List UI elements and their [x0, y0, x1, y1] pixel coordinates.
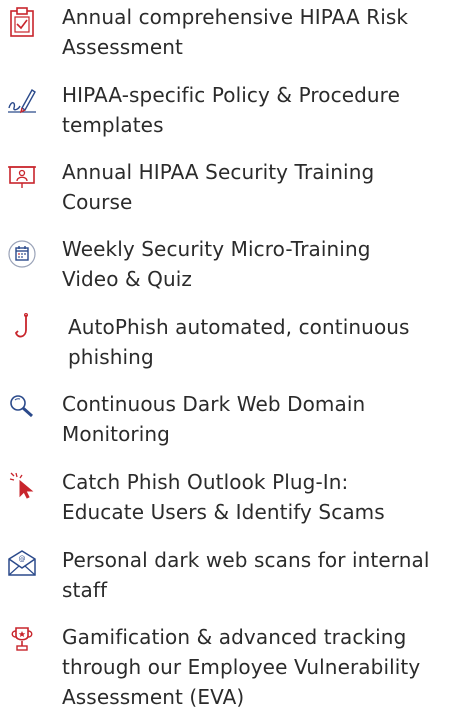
calendar-badge-icon [6, 238, 38, 270]
fishing-hook-icon [6, 312, 38, 344]
feature-text: Course [62, 190, 133, 214]
feature-text: Gamification & advanced tracking [62, 625, 407, 649]
feature-text: Weekly Security Micro-Training [62, 237, 371, 261]
feature-text: Monitoring [62, 422, 170, 446]
feature-text: Annual HIPAA Security Training [62, 160, 375, 184]
svg-text:@: @ [19, 555, 26, 563]
feature-text: Catch Phish Outlook Plug-In: [62, 470, 349, 494]
feature-text: phishing [68, 345, 154, 369]
clipboard-checklist-icon [6, 6, 38, 38]
presentation-board-icon [6, 161, 38, 193]
feature-text: Assessment [62, 35, 183, 59]
feature-text: AutoPhish automated, continuous [68, 315, 410, 339]
feature-text: Personal dark web scans for internal [62, 548, 430, 572]
trophy-icon [6, 624, 38, 656]
feature-text: Educate Users & Identify Scams [62, 500, 385, 524]
magnifying-glass-icon [6, 391, 38, 423]
feature-text: HIPAA-specific Policy & Procedure [62, 83, 400, 107]
cursor-click-icon [6, 469, 38, 501]
feature-text: through our Employee Vulnerability [62, 655, 421, 679]
signature-pen-icon [6, 84, 38, 116]
feature-text: Continuous Dark Web Domain [62, 392, 366, 416]
feature-text: templates [62, 113, 164, 137]
feature-text: Video & Quiz [62, 267, 193, 291]
envelope-at-icon: @ [6, 547, 38, 579]
feature-text: staff [62, 578, 108, 602]
feature-text: Annual comprehensive HIPAA Risk [62, 5, 409, 29]
